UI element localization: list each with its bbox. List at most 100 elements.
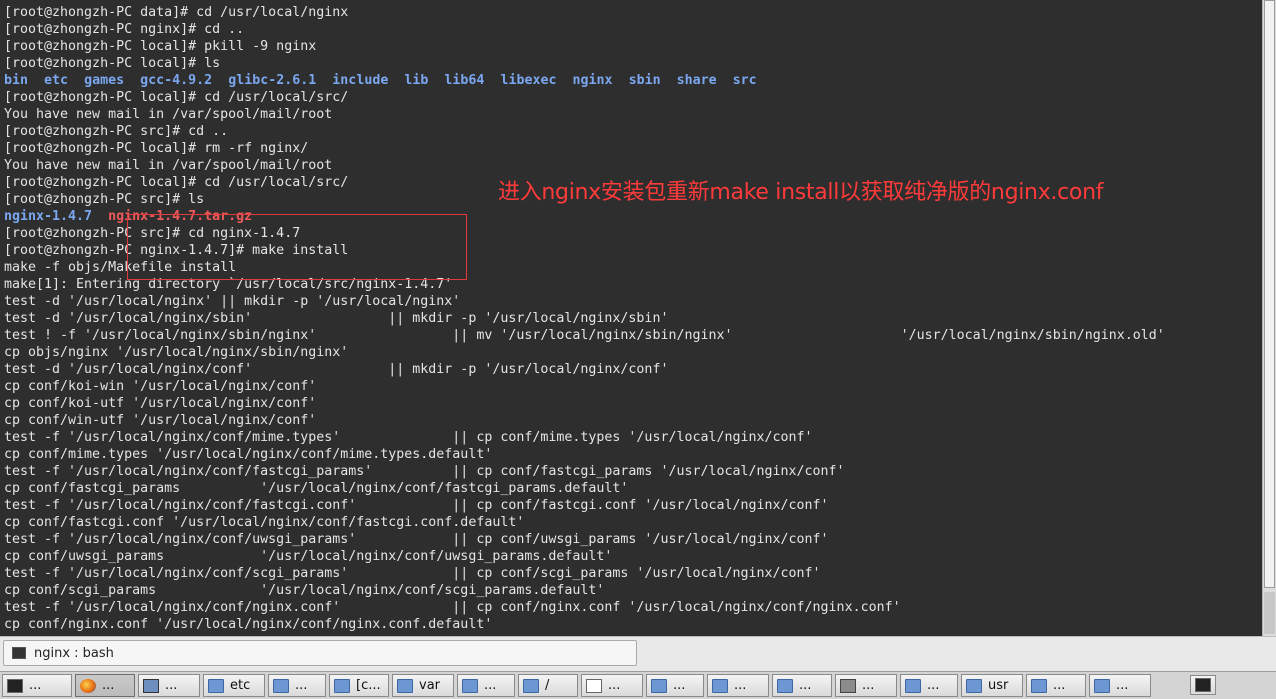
terminal-text: cp conf/mime.types '/usr/local/nginx/con… bbox=[4, 447, 493, 462]
terminal-text: cp objs/nginx '/usr/local/nginx/sbin/ngi… bbox=[4, 345, 349, 360]
terminal-text: glibc-2.6.1 bbox=[228, 73, 317, 88]
terminal-text: nginx-1.4.7.tar.gz bbox=[108, 209, 253, 224]
folder-icon bbox=[523, 678, 539, 693]
taskbar-button-label: ... bbox=[608, 678, 621, 693]
taskbar-button[interactable]: ... bbox=[138, 674, 200, 697]
terminal-line: test -d '/usr/local/nginx' || mkdir -p '… bbox=[4, 293, 1262, 310]
terminal-text: test -f '/usr/local/nginx/conf/scgi_para… bbox=[4, 566, 821, 581]
terminal-line: You have new mail in /var/spool/mail/roo… bbox=[4, 157, 1262, 174]
taskbar-button[interactable]: ... bbox=[1089, 674, 1151, 697]
folder-icon bbox=[905, 678, 921, 693]
taskbar-button[interactable]: ... bbox=[268, 674, 326, 697]
terminal-line: cp conf/koi-win '/usr/local/nginx/conf' bbox=[4, 378, 1262, 395]
document-icon bbox=[586, 678, 602, 693]
taskbar-button-label: / bbox=[545, 678, 550, 693]
terminal-text: [root@zhongzh-PC local]# pkill -9 nginx bbox=[4, 39, 317, 54]
terminal-text: [root@zhongzh-PC src]# ls bbox=[4, 192, 205, 207]
taskbar-button[interactable]: ... bbox=[772, 674, 832, 697]
taskbar-button-label: usr bbox=[988, 678, 1009, 693]
folder-icon bbox=[966, 678, 982, 693]
scrollbar-track[interactable] bbox=[1264, 592, 1275, 634]
terminal-text: You have new mail in /var/spool/mail/roo… bbox=[4, 158, 333, 173]
taskbar-items: ......... etc... [c... var... /.............… bbox=[2, 674, 1151, 697]
taskbar-button[interactable]: ... bbox=[2, 674, 72, 697]
taskbar-button[interactable]: [c... bbox=[329, 674, 389, 697]
taskbar-button-label: ... bbox=[799, 678, 812, 693]
terminal-line: nginx-1.4.7 nginx-1.4.7.tar.gz bbox=[4, 208, 1262, 225]
terminal-line: cp conf/nginx.conf '/usr/local/nginx/con… bbox=[4, 616, 1262, 633]
terminal-line: test -d '/usr/local/nginx/conf' || mkdir… bbox=[4, 361, 1262, 378]
computer-icon bbox=[143, 678, 159, 693]
tray-terminal-button[interactable] bbox=[1190, 675, 1216, 695]
terminal-text: [root@zhongzh-PC local]# ls bbox=[4, 56, 221, 71]
taskbar-button[interactable]: etc bbox=[203, 674, 265, 697]
taskbar-button-label: ... bbox=[1053, 678, 1066, 693]
terminal-text: [root@zhongzh-PC local]# rm -rf nginx/ bbox=[4, 141, 309, 156]
terminal-text: sbin bbox=[628, 73, 661, 88]
folder-icon bbox=[462, 678, 478, 693]
terminal-line: [root@zhongzh-PC src]# cd nginx-1.4.7 bbox=[4, 225, 1262, 242]
folder-icon bbox=[777, 678, 793, 693]
folder-icon bbox=[1094, 678, 1110, 693]
taskbar-button[interactable]: ... bbox=[835, 674, 897, 697]
folder-icon bbox=[334, 678, 350, 693]
taskbar-button[interactable]: usr bbox=[961, 674, 1023, 697]
terminal-line: make[1]: Entering directory `/usr/local/… bbox=[4, 276, 1262, 293]
taskbar-button[interactable]: ... bbox=[581, 674, 643, 697]
terminal-line: [root@zhongzh-PC local]# pkill -9 nginx bbox=[4, 38, 1262, 55]
scrollbar-thumb[interactable] bbox=[1264, 0, 1275, 588]
terminal-window[interactable]: [root@zhongzh-PC data]# cd /usr/local/ng… bbox=[0, 0, 1262, 636]
terminal-text: cp conf/win-utf '/usr/local/nginx/conf' bbox=[4, 413, 317, 428]
terminal-text: cp conf/nginx.conf '/usr/local/nginx/con… bbox=[4, 617, 493, 632]
taskbar-button[interactable]: ... bbox=[707, 674, 769, 697]
terminal-line: cp conf/uwsgi_params '/usr/local/nginx/c… bbox=[4, 548, 1262, 565]
terminal-text: test -d '/usr/local/nginx/conf' || mkdir… bbox=[4, 362, 669, 377]
taskbar-button[interactable]: ... bbox=[457, 674, 515, 697]
taskbar-button-label: ... bbox=[927, 678, 940, 693]
terminal-text: test -f '/usr/local/nginx/conf/nginx.con… bbox=[4, 600, 901, 615]
terminal-scrollbar[interactable] bbox=[1262, 0, 1276, 636]
terminal-line: test ! -f '/usr/local/nginx/sbin/nginx' … bbox=[4, 327, 1262, 344]
terminal-icon bbox=[7, 678, 23, 693]
terminal-text: share bbox=[676, 73, 717, 88]
taskbar-button[interactable]: var bbox=[392, 674, 454, 697]
terminal-text: [root@zhongzh-PC local]# cd /usr/local/s… bbox=[4, 175, 349, 190]
terminal-line: [root@zhongzh-PC data]# cd /usr/local/ng… bbox=[4, 4, 1262, 21]
taskbar-button[interactable]: ... bbox=[900, 674, 958, 697]
taskbar-button-label: ... bbox=[165, 678, 178, 693]
terminal-text: test -d '/usr/local/nginx' || mkdir -p '… bbox=[4, 294, 461, 309]
terminal-icon bbox=[1195, 678, 1211, 692]
terminal-text: etc bbox=[44, 73, 69, 88]
terminal-text: test -f '/usr/local/nginx/conf/fastcgi.c… bbox=[4, 498, 829, 513]
terminal-text: test -d '/usr/local/nginx/sbin' || mkdir… bbox=[4, 311, 669, 326]
taskbar-button[interactable]: ... bbox=[646, 674, 704, 697]
taskbar-button-label: [c... bbox=[356, 678, 381, 693]
terminal-line: test -f '/usr/local/nginx/conf/fastcgi_p… bbox=[4, 463, 1262, 480]
terminal-output: [root@zhongzh-PC data]# cd /usr/local/ng… bbox=[4, 4, 1262, 633]
taskbar-button[interactable]: / bbox=[518, 674, 578, 697]
terminal-text: cp conf/koi-win '/usr/local/nginx/conf' bbox=[4, 379, 317, 394]
terminal-line: cp conf/scgi_params '/usr/local/nginx/co… bbox=[4, 582, 1262, 599]
terminal-text: [root@zhongzh-PC nginx-1.4.7]# make inst… bbox=[4, 243, 349, 258]
taskbar-button-label: ... bbox=[29, 678, 42, 693]
folder-icon bbox=[397, 678, 413, 693]
terminal-line: test -f '/usr/local/nginx/conf/nginx.con… bbox=[4, 599, 1262, 616]
terminal-text: cp conf/scgi_params '/usr/local/nginx/co… bbox=[4, 583, 605, 598]
terminal-line: cp conf/win-utf '/usr/local/nginx/conf' bbox=[4, 412, 1262, 429]
terminal-line: [root@zhongzh-PC nginx-1.4.7]# make inst… bbox=[4, 242, 1262, 259]
taskbar-button[interactable]: ... bbox=[75, 674, 135, 697]
tab-nginx-bash[interactable]: nginx : bash bbox=[3, 640, 637, 666]
taskbar-button[interactable]: ... bbox=[1026, 674, 1086, 697]
terminal-line: [root@zhongzh-PC nginx]# cd .. bbox=[4, 21, 1262, 38]
terminal-text: cp conf/uwsgi_params '/usr/local/nginx/c… bbox=[4, 549, 613, 564]
folder-icon bbox=[651, 678, 667, 693]
taskbar-button-label: ... bbox=[1116, 678, 1129, 693]
terminal-text: libexec bbox=[500, 73, 557, 88]
taskbar-button-label: ... bbox=[734, 678, 747, 693]
